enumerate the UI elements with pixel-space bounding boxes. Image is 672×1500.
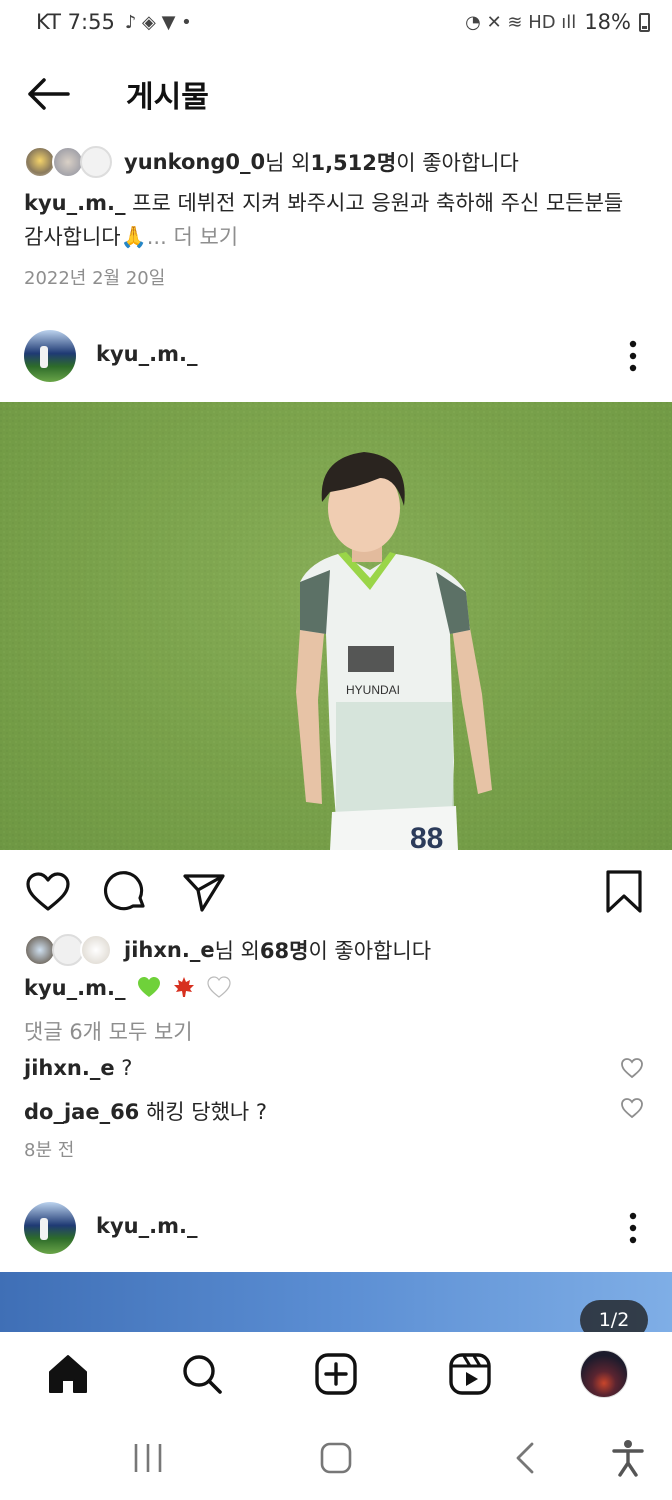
recent-apps-icon[interactable] [128,1438,168,1478]
liked-by-user[interactable]: yunkong0_0 [124,150,265,174]
arrow-left-icon[interactable] [26,74,74,114]
comment-username[interactable]: do_jae_66 [24,1100,139,1124]
player-image: HYUNDAI 88 [0,402,672,850]
liked-by-user[interactable]: jihxn._e [124,938,215,962]
maple-leaf-icon [174,977,195,997]
liked-count[interactable]: 1,512명 [310,147,396,177]
next-post-header: kyu_.m._ [0,1198,672,1258]
notification-icons: ♪ ◈ ▼ • [124,11,192,33]
white-heart-icon [207,976,231,998]
avatar[interactable] [24,330,76,382]
caption-username[interactable]: kyu_.m._ [24,191,125,215]
top-bar: 게시물 [0,56,672,128]
comment-item: do_jae_66 해킹 당했나 ? [24,1096,654,1126]
kebab-icon[interactable] [620,336,646,376]
system-nav [0,1414,672,1500]
next-post-photo[interactable] [0,1272,672,1332]
liked-count[interactable]: 68명 [260,935,309,965]
profile-avatar[interactable] [580,1350,628,1398]
liked-text-2: 이 좋아합니다 [308,939,432,963]
battery-icon [639,12,650,32]
post-username[interactable]: kyu_.m._ [96,342,197,366]
svg-text:88: 88 [410,822,443,850]
post-photo[interactable]: HYUNDAI 88 [0,402,672,850]
home-button-icon[interactable] [316,1438,356,1478]
comment-text: 해킹 당했나 ? [139,1100,268,1124]
post-caption: kyu_.m._ [24,976,231,1000]
page-title: 게시물 [126,80,209,115]
post-date: 2022년 2월 20일 [24,268,166,289]
kebab-icon[interactable] [620,1208,646,1248]
accessibility-icon[interactable] [608,1438,648,1478]
back-button-icon[interactable] [506,1438,546,1478]
plus-square-icon[interactable] [314,1352,358,1396]
liked-text: 님 외 [214,939,260,963]
bottom-nav [0,1332,672,1414]
liker-avatars [24,144,116,180]
battery-percent: 18% [584,10,631,34]
avatar[interactable] [24,1202,76,1254]
comment-heart-icon[interactable] [620,1096,646,1122]
more-link[interactable]: ... 더 보기 [147,225,238,249]
status-bar: KT 7:55 ♪ ◈ ▼ • ◔ ✕ ≋ HD ıll 18% [0,0,672,44]
caption-username[interactable]: kyu_.m._ [24,976,125,1000]
comment-username[interactable]: jihxn._e [24,1056,115,1080]
comment-bubble-icon[interactable] [102,868,150,916]
post-likes-row[interactable]: jihxn._e 님 외 68명 이 좋아합니다 [24,930,431,970]
heart-icon[interactable] [24,868,72,916]
carrier-time: KT 7:55 [36,10,115,34]
reels-icon[interactable] [448,1352,492,1396]
view-all-comments-link[interactable]: 댓글 6개 모두 보기 [24,1016,193,1046]
post-username[interactable]: kyu_.m._ [96,1214,197,1238]
liked-text: 님 외 [265,151,311,175]
search-icon[interactable] [180,1352,224,1396]
green-heart-icon [137,977,160,997]
svg-text:HYUNDAI: HYUNDAI [346,683,400,697]
prev-likes-row[interactable]: yunkong0_0 님 외 1,512명 이 좋아합니다 [24,142,519,182]
avatar [80,146,112,178]
send-icon[interactable] [180,868,228,916]
post-actions [0,862,672,918]
post-header: kyu_.m._ [0,326,672,386]
bookmark-icon[interactable] [600,868,648,916]
home-icon[interactable] [46,1352,90,1396]
wifi-icon: ◔ ✕ ≋ HD ıll [465,11,577,33]
comment-heart-icon[interactable] [620,1056,646,1082]
prev-caption: kyu_.m._ 프로 데뷔전 지켜 봐주시고 응원과 축하해 주신 모든분들 … [24,186,644,254]
liker-avatars [24,932,116,968]
comment-text: ? [114,1056,133,1080]
post-time: 8분 전 [24,1140,75,1161]
liked-text-2: 이 좋아합니다 [396,151,519,175]
avatar [80,934,112,966]
comment-item: jihxn._e ? [24,1056,654,1080]
